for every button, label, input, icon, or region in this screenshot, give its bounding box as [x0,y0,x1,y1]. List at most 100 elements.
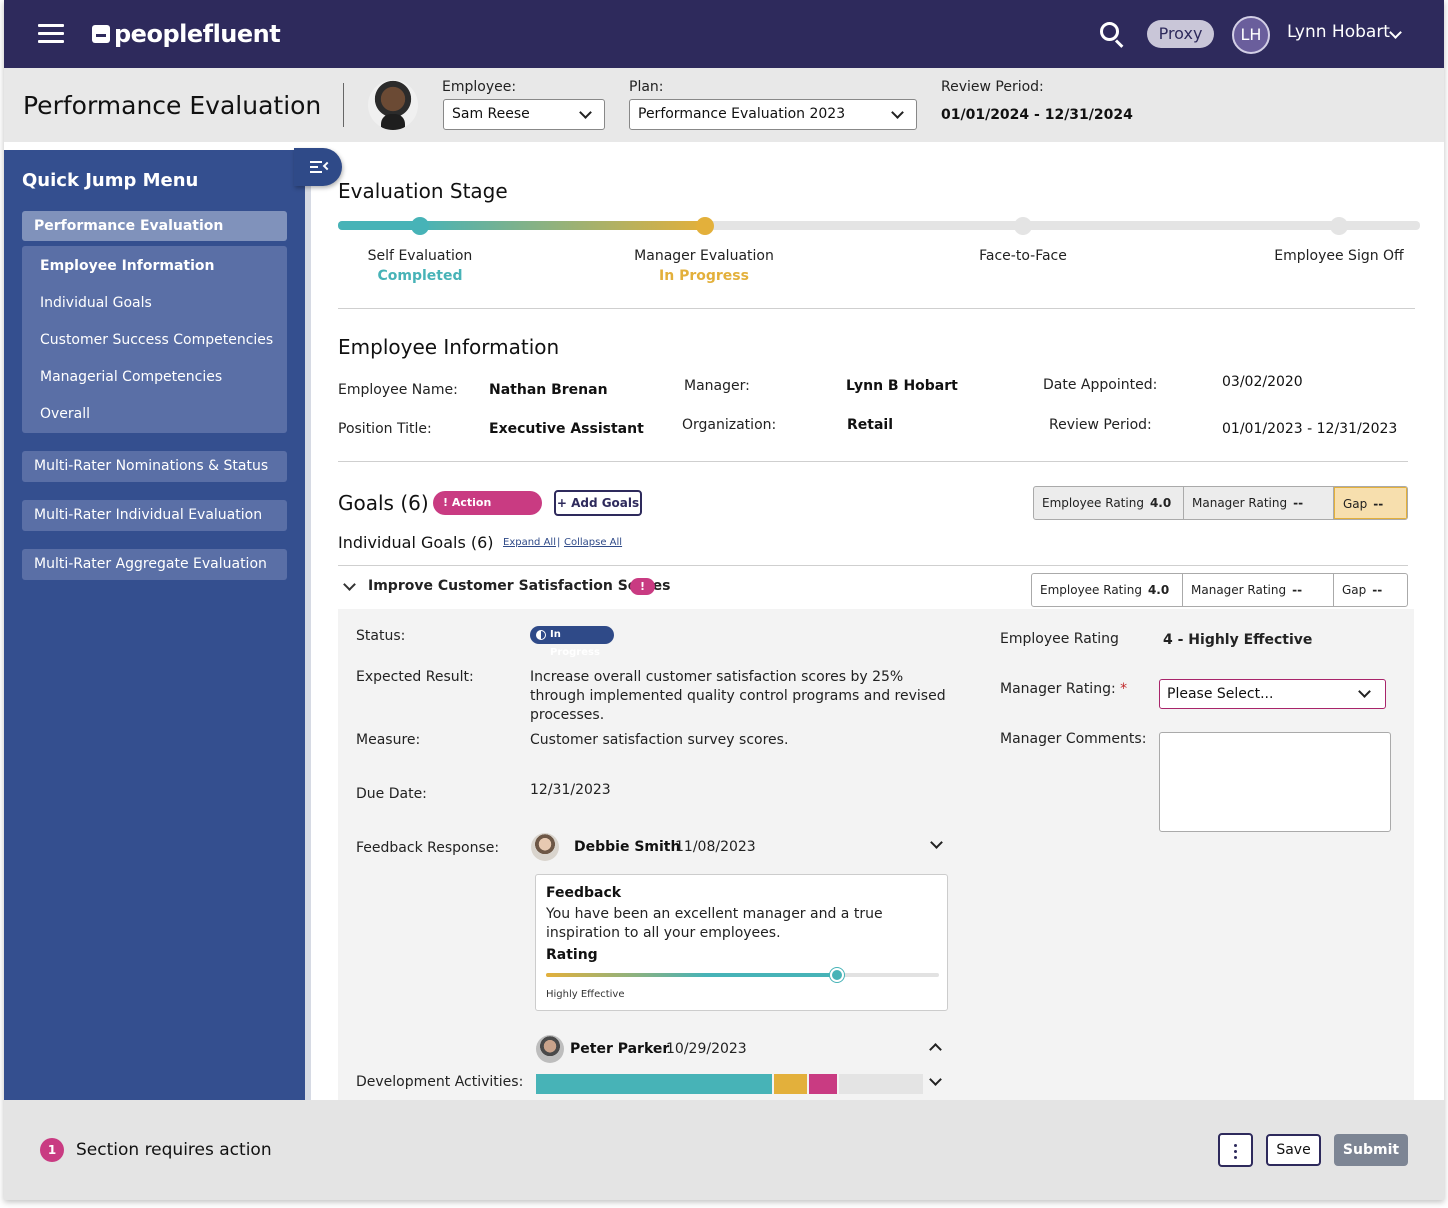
stage-dot-self-evaluation [411,217,429,235]
nav-employee-information[interactable]: Employee Information [40,258,214,274]
quick-jump-title: Quick Jump Menu [22,170,199,191]
expand-all-link[interactable]: Expand All [503,537,556,548]
top-navigation-bar: peoplefluent Proxy LH Lynn Hobart [4,0,1444,68]
due-date-label: Due Date: [356,786,427,802]
feedback-author: Debbie Smith [574,839,681,855]
employee-select-value: Sam Reese [452,106,530,122]
development-bar-segment [839,1074,923,1094]
more-options-icon[interactable] [1218,1133,1253,1167]
date-appointed-label: Date Appointed: [1043,377,1158,393]
organization-label: Organization: [682,417,777,433]
development-activities-bar [536,1074,923,1094]
logo-mark-icon [92,25,110,43]
menu-icon[interactable] [38,24,64,44]
nav-overall[interactable]: Overall [40,406,90,422]
stage-label-manager-evaluation: Manager Evaluation [634,248,774,264]
user-menu[interactable]: Lynn Hobart [1287,22,1390,42]
employee-label: Employee: [442,79,517,95]
due-date-value: 12/31/2023 [530,782,611,798]
review-period-value: 01/01/2024 - 12/31/2024 [941,107,1133,123]
chevron-down-icon[interactable] [343,578,356,591]
review-period-label: Review Period: [941,79,1044,95]
stage-dot-face-to-face [1014,217,1032,235]
expected-result-label: Expected Result: [356,669,474,685]
action-footer: 1 Section requires action Save Submit [4,1100,1444,1200]
user-avatar[interactable]: LH [1232,16,1270,54]
stage-dot-employee-sign-off [1330,217,1348,235]
header-divider [343,83,344,127]
employee-photo [368,80,418,130]
logo-text: peoplefluent [114,20,281,48]
stage-status-manager-evaluation: In Progress [659,268,749,284]
page-title: Performance Evaluation [23,91,322,120]
feedback-heading: Feedback [546,885,622,901]
collapse-all-link[interactable]: Collapse All [564,537,622,548]
divider [338,308,1415,309]
nav-customer-success-competencies[interactable]: Customer Success Competencies [40,332,273,348]
nav-multi-rater-aggregate[interactable]: Multi-Rater Aggregate Evaluation [22,549,287,580]
rating-slider-fill [546,973,837,977]
development-bar-segment [774,1074,807,1094]
save-button[interactable]: Save [1266,1134,1321,1166]
rating-slider-knob [829,968,844,982]
measure-label: Measure: [356,732,421,748]
employee-name-label: Employee Name: [338,382,458,398]
goals-employee-rating: Employee Rating 4.0 [1034,487,1184,519]
manager-rating-select[interactable]: Please Select... [1159,679,1386,709]
position-title-value: Executive Assistant [489,421,644,437]
manager-rating-label: Manager Rating: * [1000,681,1128,697]
nav-multi-rater-nominations[interactable]: Multi-Rater Nominations & Status [22,451,287,482]
feedback-card: Feedback You have been an excellent mana… [535,874,948,1011]
feedback-avatar [531,833,559,861]
nav-performance-evaluation[interactable]: Performance Evaluation [22,211,287,241]
date-appointed-value: 03/02/2020 [1222,374,1303,390]
rating-label: Highly Effective [546,989,625,1000]
measure-value: Customer satisfaction survey scores. [530,732,789,748]
required-star-icon: * [1120,681,1128,697]
stage-progress-fill [338,221,706,230]
nav-multi-rater-individual[interactable]: Multi-Rater Individual Evaluation [22,500,287,531]
chevron-down-icon[interactable] [1389,26,1402,39]
feedback-author: Peter Parker [570,1041,670,1057]
employee-name-value: Nathan Brenan [489,382,608,398]
plan-select[interactable]: Performance Evaluation 2023 [629,99,917,130]
plan-label: Plan: [629,79,664,95]
employee-select[interactable]: Sam Reese [443,99,605,130]
feedback-response-label: Feedback Response: [356,840,500,856]
stage-status-self-evaluation: Completed [377,268,463,284]
feedback-date: 10/29/2023 [666,1041,747,1057]
add-goals-label: Add Goals [571,496,640,510]
add-goals-button[interactable]: + Add Goals [554,490,642,516]
nav-managerial-competencies[interactable]: Managerial Competencies [40,369,222,385]
plan-select-value: Performance Evaluation 2023 [638,106,846,122]
goal-manager-rating: Manager Rating -- [1183,574,1334,606]
peoplefluent-logo[interactable]: peoplefluent [92,18,281,50]
manager-value: Lynn B Hobart [846,378,958,394]
plus-icon: + [556,496,572,510]
feedback-text: You have been an excellent manager and a… [546,906,883,941]
collapse-sidebar-icon[interactable] [294,148,342,186]
evaluation-header: Performance Evaluation Employee: Sam Ree… [4,68,1444,142]
development-bar-segment [536,1074,773,1094]
divider [338,565,1408,566]
manager-comments-input[interactable] [1159,732,1391,832]
proxy-button[interactable]: Proxy [1147,20,1214,48]
divider [338,461,1408,462]
development-bar-segment [808,1074,838,1094]
link-separator: | [557,537,561,548]
app-window: peoplefluent Proxy LH Lynn Hobart Perfor… [4,0,1444,1200]
alert-icon: ! [443,496,452,509]
chevron-down-icon [579,106,592,119]
goals-manager-rating: Manager Rating -- [1184,487,1334,519]
search-icon[interactable] [1098,20,1126,48]
status-badge: In Progress [530,626,614,658]
goal-title[interactable]: Improve Customer Satisfaction Scores [368,578,670,594]
info-review-period-value: 01/01/2023 - 12/31/2023 [1222,421,1398,437]
stage-label-self-evaluation: Self Evaluation [367,248,473,264]
employee-rating-value: 4 - Highly Effective [1163,632,1313,648]
action-required-text: Action Required [443,496,500,533]
goal-rating-summary: Employee Rating 4.0 Manager Rating -- Gap -… [1031,573,1408,607]
info-review-period-label: Review Period: [1049,417,1152,433]
nav-individual-goals[interactable]: Individual Goals [40,295,152,311]
submit-button[interactable]: Submit [1334,1134,1408,1166]
